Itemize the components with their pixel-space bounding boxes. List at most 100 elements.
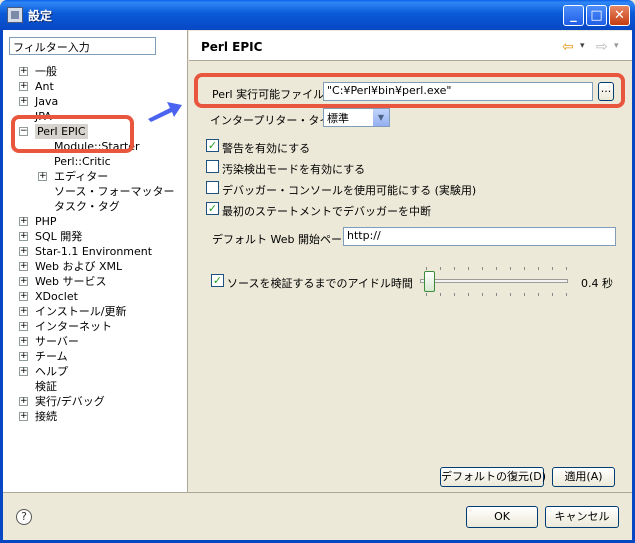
slider-tick xyxy=(524,293,525,296)
slider-tick xyxy=(510,267,511,270)
tree-expand-icon[interactable]: + xyxy=(19,307,28,316)
slider-tick xyxy=(538,293,539,296)
idle-value: 0.4 秒 xyxy=(581,277,613,290)
tree-item[interactable]: Ant xyxy=(35,79,54,94)
slider-tick xyxy=(454,293,455,296)
apply-button[interactable]: 適用(A) xyxy=(552,467,615,487)
option-checkbox[interactable] xyxy=(206,181,219,194)
tree-item[interactable]: Web サービス xyxy=(35,274,106,289)
slider-tick xyxy=(426,267,427,270)
maximize-button[interactable]: □ xyxy=(586,5,607,26)
slider-tick xyxy=(538,267,539,270)
tree-item[interactable]: タスク・タグ xyxy=(54,199,120,214)
tree-item[interactable]: 一般 xyxy=(35,64,57,79)
tree-item[interactable]: 検証 xyxy=(35,379,57,394)
slider-tick xyxy=(482,267,483,270)
slider-tick xyxy=(440,293,441,296)
page-title: Perl EPIC xyxy=(201,40,263,54)
tree-expand-icon[interactable]: + xyxy=(19,262,28,271)
tree-expand-icon[interactable]: + xyxy=(19,322,28,331)
tree-item[interactable]: エディター xyxy=(54,169,108,184)
title-bar: 設定 _ □ ✕ xyxy=(0,0,635,30)
option-label: 最初のステートメントでデバッガーを中断 xyxy=(222,205,431,218)
option-label: 警告を有効にする xyxy=(222,142,311,155)
tree-item[interactable]: チーム xyxy=(35,349,68,364)
tree-item[interactable]: Java xyxy=(35,94,58,109)
slider-tick xyxy=(468,267,469,270)
check-icon: ✓ xyxy=(212,274,223,287)
tree-expand-icon[interactable]: + xyxy=(19,217,28,226)
check-icon: ✓ xyxy=(207,139,218,152)
minimize-button[interactable]: _ xyxy=(563,5,584,26)
web-start-field[interactable]: http:// xyxy=(343,227,616,246)
tree-item[interactable]: XDoclet xyxy=(35,289,78,304)
check-icon: ✓ xyxy=(207,202,218,215)
cancel-button[interactable]: キャンセル xyxy=(545,506,619,528)
restore-defaults-button[interactable]: デフォルトの復元(D) xyxy=(440,467,546,487)
option-checkbox[interactable]: ✓ xyxy=(206,202,219,215)
idle-slider-thumb[interactable] xyxy=(423,271,435,292)
interpreter-select[interactable]: 標準 ▼ xyxy=(323,108,390,127)
tree-item[interactable]: SQL 開発 xyxy=(35,229,82,244)
idle-checkbox[interactable]: ✓ xyxy=(211,274,224,287)
option-label: 汚染検出モードを有効にする xyxy=(222,163,366,176)
tree-expand-icon[interactable]: + xyxy=(19,82,28,91)
tree-expand-icon[interactable]: + xyxy=(19,337,28,346)
help-icon[interactable]: ? xyxy=(16,509,32,525)
tree-expand-icon[interactable]: + xyxy=(19,412,28,421)
option-checkbox[interactable] xyxy=(206,160,219,173)
back-icon[interactable]: ⇦ xyxy=(562,39,574,55)
close-button[interactable]: ✕ xyxy=(609,5,630,26)
window-icon xyxy=(7,7,23,23)
tree-expand-icon[interactable]: + xyxy=(19,397,28,406)
forward-icon[interactable]: ⇨ xyxy=(596,39,608,55)
filter-input[interactable]: フィルター入力 xyxy=(9,37,156,55)
tree-item[interactable]: 接続 xyxy=(35,409,57,424)
forward-menu-icon[interactable]: ▾ xyxy=(614,41,619,51)
slider-tick xyxy=(426,293,427,296)
tree-expand-icon[interactable]: + xyxy=(19,292,28,301)
slider-tick xyxy=(482,293,483,296)
interpreter-value: 標準 xyxy=(327,112,349,125)
tree-expand-icon[interactable]: + xyxy=(19,367,28,376)
slider-tick xyxy=(510,293,511,296)
slider-tick xyxy=(496,293,497,296)
callout-perl-epic xyxy=(11,115,134,153)
window-title: 設定 xyxy=(28,9,53,23)
tree-expand-icon[interactable]: + xyxy=(19,232,28,241)
ok-button[interactable]: OK xyxy=(466,506,538,528)
slider-tick xyxy=(552,293,553,296)
tree-item[interactable]: 実行/デバッグ xyxy=(35,394,105,409)
slider-tick xyxy=(566,267,567,270)
tree-item[interactable]: Web および XML xyxy=(35,259,122,274)
option-label: デバッガー・コンソールを使用可能にする (実験用) xyxy=(222,184,477,197)
tree-expand-icon[interactable]: + xyxy=(19,247,28,256)
tree-item[interactable]: ソース・フォーマッター xyxy=(54,184,174,199)
back-menu-icon[interactable]: ▾ xyxy=(580,41,585,51)
slider-tick xyxy=(566,293,567,296)
tree-item[interactable]: Star-1.1 Environment xyxy=(35,244,152,259)
option-checkbox[interactable]: ✓ xyxy=(206,139,219,152)
tree-expand-icon[interactable]: + xyxy=(38,172,47,181)
chevron-down-icon: ▼ xyxy=(373,109,389,126)
callout-executable xyxy=(194,73,625,108)
tree-expand-icon[interactable]: + xyxy=(19,97,28,106)
idle-slider-track[interactable] xyxy=(420,279,568,283)
slider-tick xyxy=(440,267,441,270)
web-start-label: デフォルト Web 開始ページ: xyxy=(212,233,357,246)
tree-item[interactable]: ヘルプ xyxy=(35,364,68,379)
annotation-arrow-icon xyxy=(148,102,182,122)
tree-item[interactable]: インストール/更新 xyxy=(35,304,127,319)
tree-expand-icon[interactable]: + xyxy=(19,352,28,361)
tree-item[interactable]: インターネット xyxy=(35,319,112,334)
tree-item[interactable]: サーバー xyxy=(35,334,79,349)
tree-expand-icon[interactable]: + xyxy=(19,67,28,76)
tree-item[interactable]: Perl::Critic xyxy=(54,154,111,169)
slider-tick xyxy=(454,267,455,270)
idle-label: ソースを検証するまでのアイドル時間 xyxy=(227,277,413,290)
slider-tick xyxy=(496,267,497,270)
tree-expand-icon[interactable]: + xyxy=(19,277,28,286)
slider-tick xyxy=(552,267,553,270)
tree-item[interactable]: PHP xyxy=(35,214,57,229)
slider-tick xyxy=(468,293,469,296)
